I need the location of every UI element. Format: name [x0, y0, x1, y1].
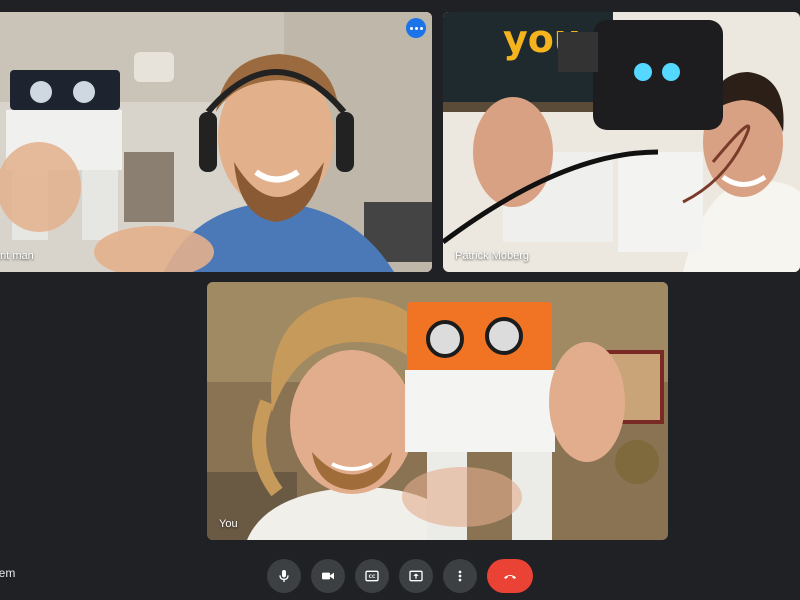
- closed-captions-icon: CC: [365, 570, 379, 582]
- more-options-icon: [409, 26, 423, 30]
- hang-up-button[interactable]: [487, 559, 533, 593]
- participant-video-3: [207, 282, 668, 540]
- microphone-button[interactable]: [267, 559, 301, 593]
- hang-up-icon: [504, 575, 516, 579]
- participant-video-1: [0, 12, 432, 272]
- camera-button[interactable]: [311, 559, 345, 593]
- camera-icon: [322, 572, 334, 580]
- meeting-stage: ent man you Patrick Moberg: [0, 0, 800, 600]
- tile-more-options-button[interactable]: [406, 18, 426, 38]
- participant-name: ent man: [0, 250, 34, 262]
- captions-button[interactable]: CC: [355, 559, 389, 593]
- participant-video-2: you: [443, 12, 800, 272]
- more-options-icon: [458, 570, 462, 582]
- present-button[interactable]: [399, 559, 433, 593]
- present-screen-icon: [409, 570, 423, 582]
- participant-name: Patrick Moberg: [455, 250, 529, 262]
- participant-tile-1[interactable]: ent man: [0, 12, 432, 272]
- microphone-icon: [279, 570, 289, 582]
- participant-tile-3[interactable]: You: [207, 282, 668, 540]
- call-controls: CC: [0, 559, 800, 593]
- participant-tile-2[interactable]: you Patrick Moberg: [443, 12, 800, 272]
- svg-text:CC: CC: [369, 574, 376, 580]
- more-options-button[interactable]: [443, 559, 477, 593]
- participant-name: You: [219, 518, 238, 530]
